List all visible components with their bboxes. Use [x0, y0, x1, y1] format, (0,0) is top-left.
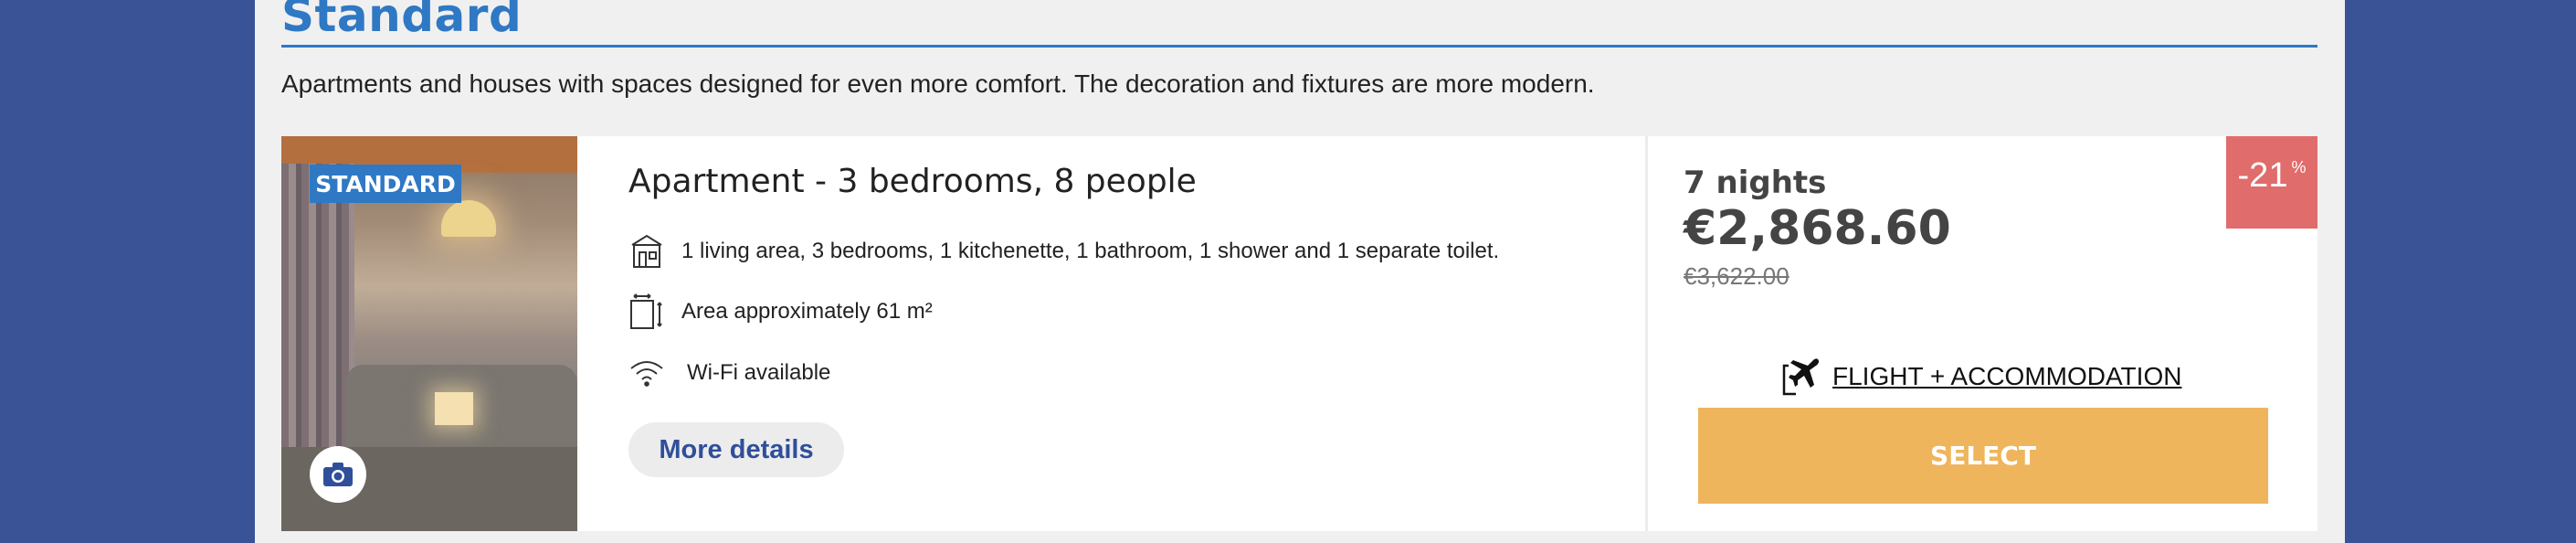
gallery-button[interactable]: [310, 446, 366, 503]
feature-text: Wi-Fi available: [687, 360, 831, 385]
category-badge: STANDARD: [310, 165, 461, 203]
discount-value: -21: [2237, 156, 2288, 195]
discount-unit: %: [2291, 158, 2307, 176]
feature-text: Area approximately 61 m²: [681, 299, 933, 324]
discount-badge: -21 %: [2226, 136, 2317, 229]
wifi-icon: [628, 355, 665, 391]
current-price: €2,868.60: [1684, 201, 1951, 256]
plane-icon: [1782, 358, 1820, 396]
camera-icon: [323, 463, 353, 486]
original-price: €3,622.00: [1684, 262, 1789, 290]
more-details-button[interactable]: More details: [628, 422, 844, 477]
nights-label: 7 nights: [1684, 165, 1827, 201]
house-icon: [628, 233, 665, 270]
flight-accommodation-link[interactable]: FLIGHT + ACCOMMODATION: [1781, 357, 2181, 397]
feature-wifi: Wi-Fi available: [628, 355, 830, 391]
apartment-title: Apartment - 3 bedrooms, 8 people: [628, 163, 1197, 200]
flight-link-text[interactable]: FLIGHT + ACCOMMODATION: [1832, 362, 2181, 391]
feature-rooms: 1 living area, 3 bedrooms, 1 kitchenette…: [628, 233, 1499, 270]
section-description: Apartments and houses with spaces design…: [281, 69, 1595, 98]
feature-text: 1 living area, 3 bedrooms, 1 kitchenette…: [681, 239, 1500, 263]
feature-area: Area approximately 61 m²: [628, 293, 933, 330]
area-icon: [628, 293, 665, 330]
section-title: Standard: [281, 0, 523, 42]
section-divider: [281, 45, 2317, 48]
select-button[interactable]: SELECT: [1698, 408, 2268, 504]
card-divider: [1645, 136, 1648, 531]
